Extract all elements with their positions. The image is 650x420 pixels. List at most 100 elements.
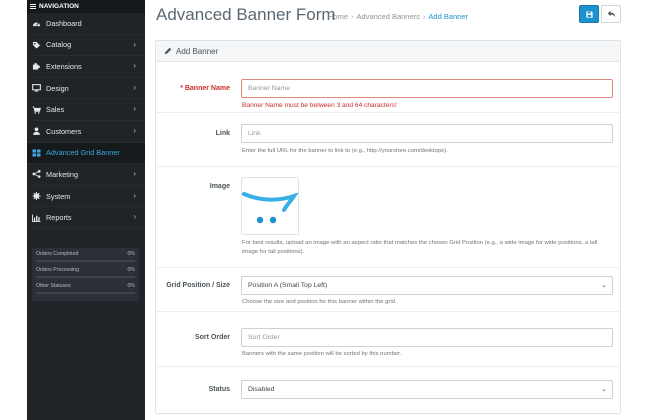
stat-value: 0% bbox=[127, 283, 136, 289]
link-help: Enter the full URL for the banner to lin… bbox=[242, 148, 448, 154]
sort-order-label: Sort Order bbox=[194, 334, 230, 341]
sidebar-item-design[interactable]: Design › bbox=[27, 78, 145, 100]
banner-name-label: Banner Name bbox=[160, 84, 230, 94]
stat-label: Orders Processing bbox=[36, 267, 79, 273]
link-placeholder: Link bbox=[248, 130, 261, 137]
grid-position-value: Position A (Small Top Left) bbox=[248, 282, 328, 289]
nav-list: Dashboard Catalog › Extensions › Design … bbox=[27, 13, 145, 229]
stat-value: 0% bbox=[127, 251, 136, 257]
order-stats: Orders Completed 0% Orders Processing 0% O… bbox=[32, 248, 139, 301]
sidebar-item-label: System bbox=[46, 191, 71, 201]
panel-heading: Add Banner bbox=[156, 41, 620, 62]
image-help: For best results, upload an image with a… bbox=[242, 240, 598, 255]
sidebar-item-advanced-grid-banner[interactable]: Advanced Grid Banner bbox=[27, 142, 145, 165]
menu-icon bbox=[30, 4, 36, 9]
sidebar-item-label: Design bbox=[46, 83, 69, 93]
puzzle-icon bbox=[32, 63, 40, 71]
tag-icon bbox=[32, 41, 41, 49]
image-label: Image bbox=[209, 183, 230, 190]
link-label: Link bbox=[215, 130, 230, 137]
form-row-grid-position: Grid Position / Size Position A (Small T… bbox=[156, 268, 622, 312]
chevron-right-icon: › bbox=[133, 104, 136, 114]
status-select[interactable]: Disabled ⌄ bbox=[241, 380, 613, 399]
status-label: Status bbox=[208, 386, 230, 393]
breadcrumb-separator: › bbox=[422, 12, 426, 21]
progress-bar bbox=[36, 276, 135, 278]
sidebar-item-label: Catalog bbox=[46, 40, 72, 50]
grid-icon bbox=[32, 149, 41, 157]
form-row-sort-order: Sort Order Sort Order Banners with the s… bbox=[156, 312, 622, 367]
stat-label: Other Statuses bbox=[36, 283, 71, 289]
sidebar-item-sales[interactable]: Sales › bbox=[27, 99, 145, 121]
cart-placeholder-icon bbox=[242, 192, 299, 224]
panel-title: Add Banner bbox=[176, 46, 219, 56]
sidebar-item-customers[interactable]: Customers › bbox=[27, 121, 145, 143]
stat-orders-completed: Orders Completed 0% bbox=[36, 251, 135, 262]
chevron-right-icon: › bbox=[133, 125, 136, 135]
banner-name-error: Banner Name must be between 3 and 64 cha… bbox=[242, 102, 397, 109]
sidebar-item-marketing[interactable]: Marketing › bbox=[27, 164, 145, 186]
breadcrumb-advanced-banners[interactable]: Advanced Banners bbox=[357, 12, 420, 21]
add-banner-panel: Add Banner Banner Name Banner Name Banne… bbox=[155, 40, 622, 414]
nav-header[interactable]: NAVIGATION bbox=[27, 0, 145, 13]
cog-icon bbox=[32, 192, 41, 201]
sidebar-item-label: Sales bbox=[46, 105, 65, 115]
breadcrumb: Home › Advanced Banners › Add Banner bbox=[328, 12, 468, 21]
chevron-right-icon: › bbox=[133, 39, 136, 49]
sidebar-item-label: Extensions bbox=[46, 61, 82, 71]
sidebar-item-system[interactable]: System › bbox=[27, 186, 145, 208]
grid-position-label: Grid Position / Size bbox=[166, 282, 230, 289]
reply-icon bbox=[607, 10, 615, 18]
sidebar-item-label: Reports bbox=[46, 213, 72, 223]
stat-value: 0% bbox=[127, 267, 136, 273]
stat-label: Orders Completed bbox=[36, 251, 79, 257]
stat-orders-processing: Orders Processing 0% bbox=[36, 267, 135, 278]
chevron-right-icon: › bbox=[133, 190, 136, 200]
form-row-link: Link Link Enter the full URL for the ban… bbox=[156, 113, 622, 167]
sort-order-placeholder: Sort Order bbox=[248, 334, 280, 341]
save-icon bbox=[585, 10, 593, 18]
form-row-image: Image For best results, upload an image … bbox=[156, 167, 622, 268]
share-icon bbox=[32, 170, 41, 179]
pencil-icon bbox=[164, 47, 172, 55]
image-thumbnail[interactable] bbox=[241, 177, 299, 235]
sidebar-item-catalog[interactable]: Catalog › bbox=[27, 35, 145, 57]
link-input[interactable]: Link bbox=[241, 124, 613, 143]
sidebar-item-extensions[interactable]: Extensions › bbox=[27, 56, 145, 78]
form-row-status: Status Disabled ⌄ bbox=[156, 367, 622, 413]
sidebar-item-label: Advanced Grid Banner bbox=[46, 148, 120, 158]
cart-icon bbox=[32, 106, 41, 114]
breadcrumb-separator: › bbox=[351, 12, 354, 21]
page-title: Advanced Banner Form bbox=[156, 5, 336, 24]
monitor-icon bbox=[32, 84, 41, 92]
banner-name-placeholder: Banner Name bbox=[248, 85, 290, 92]
back-button[interactable] bbox=[601, 5, 621, 23]
sidebar: NAVIGATION Dashboard Catalog › Extension… bbox=[27, 0, 145, 420]
sort-order-help: Banners with the same position will be s… bbox=[242, 351, 402, 357]
sidebar-item-label: Marketing bbox=[46, 169, 79, 179]
chevron-right-icon: › bbox=[133, 169, 136, 179]
grid-position-select[interactable]: Position A (Small Top Left) ⌄ bbox=[241, 276, 613, 295]
chevron-down-icon: ⌄ bbox=[601, 282, 607, 289]
banner-name-input[interactable]: Banner Name bbox=[241, 79, 613, 98]
status-value: Disabled bbox=[248, 386, 275, 393]
bar-chart-icon bbox=[32, 214, 41, 222]
nav-header-label: NAVIGATION bbox=[39, 3, 79, 10]
grid-position-help: Choose the size and position for this ba… bbox=[242, 299, 397, 305]
user-icon bbox=[33, 127, 40, 136]
sidebar-item-label: Customers bbox=[46, 126, 82, 136]
progress-bar bbox=[36, 260, 135, 262]
chevron-down-icon: ⌄ bbox=[601, 386, 607, 393]
form-row-banner-name: Banner Name Banner Name Banner Name must… bbox=[156, 63, 622, 113]
sidebar-item-reports[interactable]: Reports › bbox=[27, 207, 145, 229]
sort-order-input[interactable]: Sort Order bbox=[241, 328, 613, 347]
save-button[interactable] bbox=[579, 5, 599, 23]
dashboard-icon bbox=[32, 22, 41, 27]
breadcrumb-home[interactable]: Home bbox=[328, 12, 348, 21]
chevron-right-icon: › bbox=[133, 61, 136, 71]
sidebar-item-label: Dashboard bbox=[46, 18, 82, 28]
stat-other-statuses: Other Statuses 0% bbox=[36, 283, 135, 294]
chevron-right-icon: › bbox=[133, 212, 136, 222]
sidebar-item-dashboard[interactable]: Dashboard bbox=[27, 13, 145, 35]
breadcrumb-add-banner[interactable]: Add Banner bbox=[428, 12, 468, 21]
